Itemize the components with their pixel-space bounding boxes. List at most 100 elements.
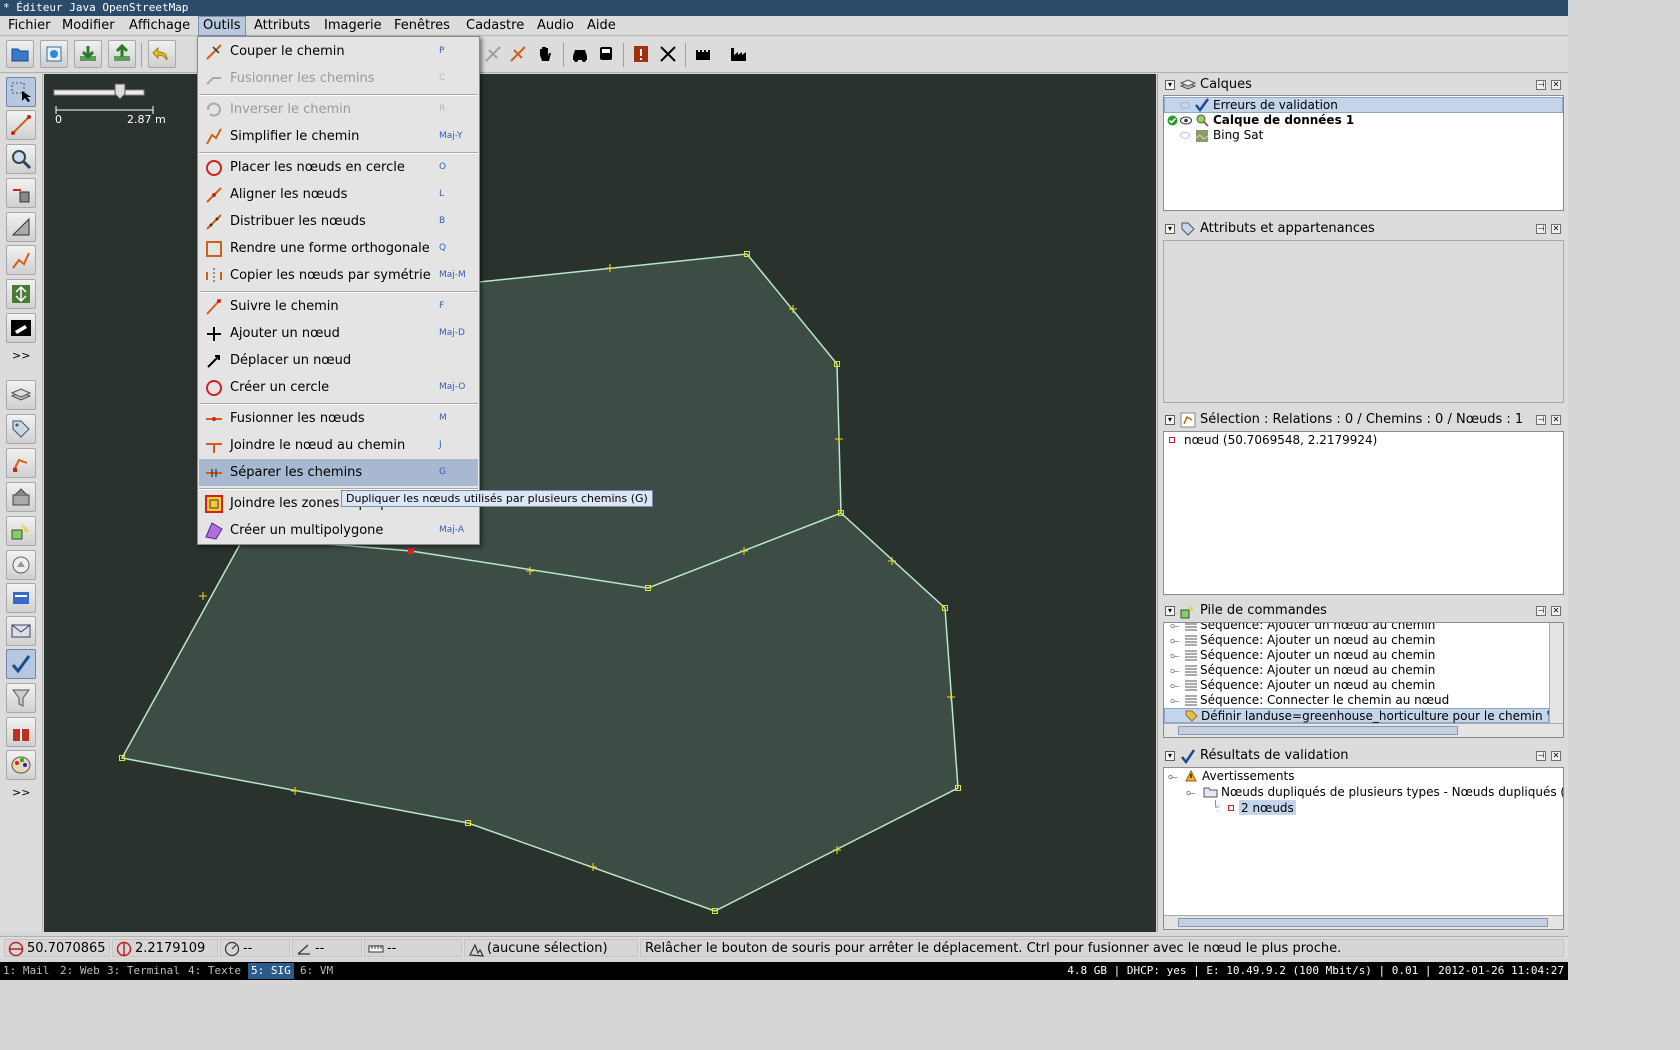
upload-button[interactable]: [108, 40, 136, 68]
selection-item[interactable]: nœud (50.7069548, 2.2179924): [1184, 433, 1377, 448]
close-icon[interactable]: ✕: [1551, 224, 1561, 234]
tree-toggle-icon[interactable]: ⟜: [1186, 785, 1196, 800]
pin-icon[interactable]: ⊣: [1536, 224, 1546, 234]
validation-toggle[interactable]: [6, 649, 36, 679]
virtual-node-marker[interactable]: [199, 592, 207, 600]
layer-item[interactable]: Calque de données 1: [1213, 113, 1354, 128]
menu-item-create-circle[interactable]: Créer un cercle Maj-O: [199, 374, 478, 401]
close-icon[interactable]: ✕: [1551, 606, 1561, 616]
close-icon[interactable]: ✕: [1551, 751, 1561, 761]
collapse-icon[interactable]: ▾: [1165, 224, 1175, 234]
pin-icon[interactable]: ⊣: [1536, 751, 1546, 761]
menu-cadastre[interactable]: Cadastre: [462, 16, 528, 36]
open-location-button[interactable]: [40, 40, 68, 68]
factory-button[interactable]: [727, 42, 751, 66]
visibility-icon[interactable]: ⬭: [1180, 128, 1190, 143]
visibility-icon[interactable]: ⬭: [1180, 98, 1190, 113]
selection-toggle[interactable]: [6, 448, 36, 478]
pin-icon[interactable]: ⊣: [1536, 606, 1546, 616]
horizontal-scrollbar[interactable]: [1164, 915, 1563, 929]
menu-item-distribute-nodes[interactable]: Distribuer les nœuds B: [199, 208, 478, 235]
tag-tool[interactable]: [6, 313, 36, 343]
tree-toggle-icon[interactable]: ⟜: [1170, 663, 1180, 678]
draw-tool[interactable]: [6, 110, 36, 140]
menu-fichier[interactable]: Fichier: [4, 16, 55, 36]
collapse-icon[interactable]: ▾: [1165, 606, 1175, 616]
command-item[interactable]: ⟜ Séquence: Ajouter un nœud au chemin: [1164, 663, 1549, 678]
pin-icon[interactable]: ⊣: [1536, 80, 1546, 90]
layers-panel-header[interactable]: ▾ Calques ⊣ ✕: [1162, 76, 1565, 94]
menu-item-move-node[interactable]: Déplacer un nœud: [199, 347, 478, 374]
command-item[interactable]: ⟜ Séquence: Connecter le chemin au nœud: [1164, 693, 1549, 708]
menu-aide[interactable]: Aide: [583, 16, 620, 36]
tool-button-2[interactable]: [506, 42, 530, 66]
duplicate-nodes-leaf[interactable]: 2 nœuds: [1239, 800, 1296, 815]
menu-item-add-node[interactable]: Ajouter un nœud Maj-D: [199, 320, 478, 347]
eye-icon[interactable]: [1180, 116, 1192, 125]
menu-audio[interactable]: Audio: [533, 16, 578, 36]
menu-item-unglue-ways[interactable]: Séparer les chemins G: [199, 459, 478, 486]
workspace-4[interactable]: 4: Texte: [185, 963, 244, 979]
improve-way-tool[interactable]: [6, 245, 36, 275]
tree-toggle-icon[interactable]: ⟜: [1170, 623, 1180, 633]
menu-item-split-way[interactable]: Couper le chemin P: [199, 38, 478, 65]
collapse-icon[interactable]: ▾: [1165, 751, 1175, 761]
tree-toggle-icon[interactable]: ⟜: [1170, 693, 1180, 708]
menu-item-join-node-to-way[interactable]: Joindre le nœud au chemin J: [199, 432, 478, 459]
collapse-icon[interactable]: ▾: [1165, 415, 1175, 425]
extrude-tool[interactable]: [6, 279, 36, 309]
commands-toggle[interactable]: [6, 516, 36, 546]
layer-item[interactable]: Bing Sat: [1213, 128, 1263, 143]
tree-toggle-icon[interactable]: ⟜: [1170, 648, 1180, 663]
command-item[interactable]: ⟜ Séquence: Ajouter un nœud au chemin: [1164, 623, 1549, 633]
tree-toggle-icon[interactable]: ⟜: [1168, 769, 1178, 784]
tree-toggle-icon[interactable]: ⟜: [1170, 633, 1180, 648]
menu-attributs[interactable]: Attributs: [250, 16, 314, 36]
zoom-tool[interactable]: [6, 144, 36, 174]
tags-toggle[interactable]: [6, 414, 36, 444]
menu-outils[interactable]: Outils: [198, 16, 246, 36]
warnings-node[interactable]: Avertissements: [1202, 769, 1294, 784]
mapstyle-toggle[interactable]: [6, 750, 36, 780]
validation-panel-header[interactable]: ▾ Résultats de validation ⊣ ✕: [1162, 747, 1565, 765]
tool-button-3[interactable]: [533, 42, 557, 66]
command-item[interactable]: ⟜ Séquence: Ajouter un nœud au chemin: [1164, 633, 1549, 648]
download-button[interactable]: [74, 40, 102, 68]
duplicate-nodes-group[interactable]: Nœuds dupliqués de plusieurs types - Nœu…: [1221, 785, 1563, 800]
more-panels-icon[interactable]: >>: [12, 786, 30, 799]
workspace-1[interactable]: 1: Mail: [0, 963, 52, 979]
menu-item-merge-nodes[interactable]: Fusionner les nœuds M: [199, 405, 478, 432]
workspace-3[interactable]: 3: Terminal: [104, 963, 183, 979]
relations-toggle[interactable]: [6, 482, 36, 512]
messages-toggle[interactable]: [6, 616, 36, 646]
filter-toggle[interactable]: [6, 683, 36, 713]
layers-toggle[interactable]: [6, 380, 36, 410]
workspace-6[interactable]: 6: VM: [297, 963, 336, 979]
open-file-button[interactable]: [6, 40, 34, 68]
conflict-toggle[interactable]: [6, 550, 36, 580]
workspace-5[interactable]: 5: SIG: [248, 963, 294, 979]
warning-button[interactable]: [629, 42, 653, 66]
cross-button[interactable]: [656, 42, 680, 66]
tree-toggle-icon[interactable]: ⟜: [1170, 678, 1180, 693]
menu-item-align-nodes[interactable]: Aligner les nœuds L: [199, 181, 478, 208]
menu-item-orthogonalize[interactable]: Rendre une forme orthogonale Q: [199, 235, 478, 262]
close-icon[interactable]: ✕: [1551, 80, 1561, 90]
selection-panel-header[interactable]: ▾ Sélection : Relations : 0 / Chemins : …: [1162, 411, 1565, 429]
car-button[interactable]: [568, 42, 592, 66]
command-item[interactable]: ⟜ Séquence: Ajouter un nœud au chemin: [1164, 678, 1549, 693]
horizontal-scrollbar[interactable]: [1164, 723, 1563, 737]
castle-button[interactable]: [691, 42, 715, 66]
menu-item-mirror-nodes[interactable]: Copier les nœuds par symétrie Maj-M: [199, 262, 478, 289]
pin-icon[interactable]: ⊣: [1536, 415, 1546, 425]
menu-item-simplify-way[interactable]: Simplifier le chemin Maj-Y: [199, 123, 478, 150]
command-item[interactable]: ⟜ Séquence: Ajouter un nœud au chemin: [1164, 648, 1549, 663]
menu-item-follow-way[interactable]: Suivre le chemin F: [199, 293, 478, 320]
vertical-scrollbar[interactable]: [1549, 623, 1563, 723]
delete-tool[interactable]: [6, 178, 36, 208]
commands-panel-header[interactable]: ▾ Pile de commandes ⊣ ✕: [1162, 602, 1565, 620]
undo-button[interactable]: [148, 40, 176, 68]
more-tools-icon[interactable]: >>: [12, 349, 30, 362]
greenhouse-area-lower[interactable]: [120, 512, 959, 912]
menu-item-circle-nodes[interactable]: Placer les nœuds en cercle O: [199, 154, 478, 181]
